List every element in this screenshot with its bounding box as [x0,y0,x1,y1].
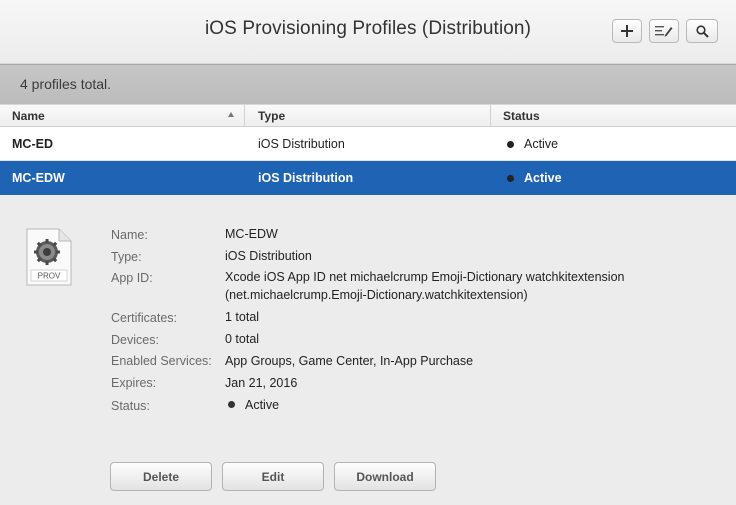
row-name: MC-ED [12,137,53,151]
column-divider [490,105,491,127]
edit-profile-button[interactable]: Edit [222,462,324,491]
row-type: iOS Distribution [258,137,345,151]
delete-button[interactable]: Delete [110,462,212,491]
app-id-label: App ID: [111,271,153,285]
row-status: Active [524,137,559,151]
app-id-bundle: (net.michaelcrump.Emoji-Dictionary.watch… [225,288,528,302]
summary-bar: 4 profiles total. [0,64,736,104]
expires-label: Expires: [111,376,157,390]
status-label: Status: [111,399,150,413]
edit-button[interactable] [649,19,679,43]
search-icon [695,24,709,38]
type-label: Type: [111,250,142,264]
name-label: Name: [111,228,148,242]
row-status: Active [524,171,562,185]
devices-value: 0 total [225,332,260,346]
title-bar: iOS Provisioning Profiles (Distribution) [0,0,736,64]
row-type: iOS Distribution [258,171,354,185]
column-divider [244,105,245,127]
certificates-label: Certificates: [111,311,177,325]
enabled-services-label: Enabled Services: [111,354,212,368]
plus-icon [621,25,633,37]
profile-count: 4 profiles total. [20,76,112,92]
expires-value: Jan 21, 2016 [225,376,298,390]
search-button[interactable] [686,19,718,43]
type-value: iOS Distribution [225,249,312,263]
edit-icon [655,26,673,37]
column-name-header[interactable]: Name [12,109,45,123]
enabled-services-value: App Groups, Game Center, In-App Purchase [225,354,474,368]
provisioning-profile-icon: PROV [26,228,72,286]
sort-ascending-icon [228,112,234,117]
table-row[interactable]: MC-ED iOS Distribution Active [0,127,736,161]
status-value: Active [245,398,280,412]
prov-icon-label: PROV [38,272,61,281]
status-dot-icon [228,401,235,408]
table-header: Name Type Status [0,104,736,127]
status-dot-icon [507,141,514,148]
download-button[interactable]: Download [334,462,436,491]
column-type-header[interactable]: Type [258,109,285,123]
column-status-header[interactable]: Status [503,109,540,123]
app-id-value: Xcode iOS App ID net michaelcrump Emoji-… [225,270,625,284]
certificates-value: 1 total [225,310,260,324]
table-row-selected[interactable]: MC-EDW iOS Distribution Active [0,161,736,195]
status-dot-icon [507,175,514,182]
row-name: MC-EDW [12,171,65,185]
devices-label: Devices: [111,333,159,347]
name-value: MC-EDW [225,227,278,241]
add-button[interactable] [612,19,642,43]
profile-detail-panel: PROV Name: MC-EDW Type: iOS Distribution… [0,195,736,505]
